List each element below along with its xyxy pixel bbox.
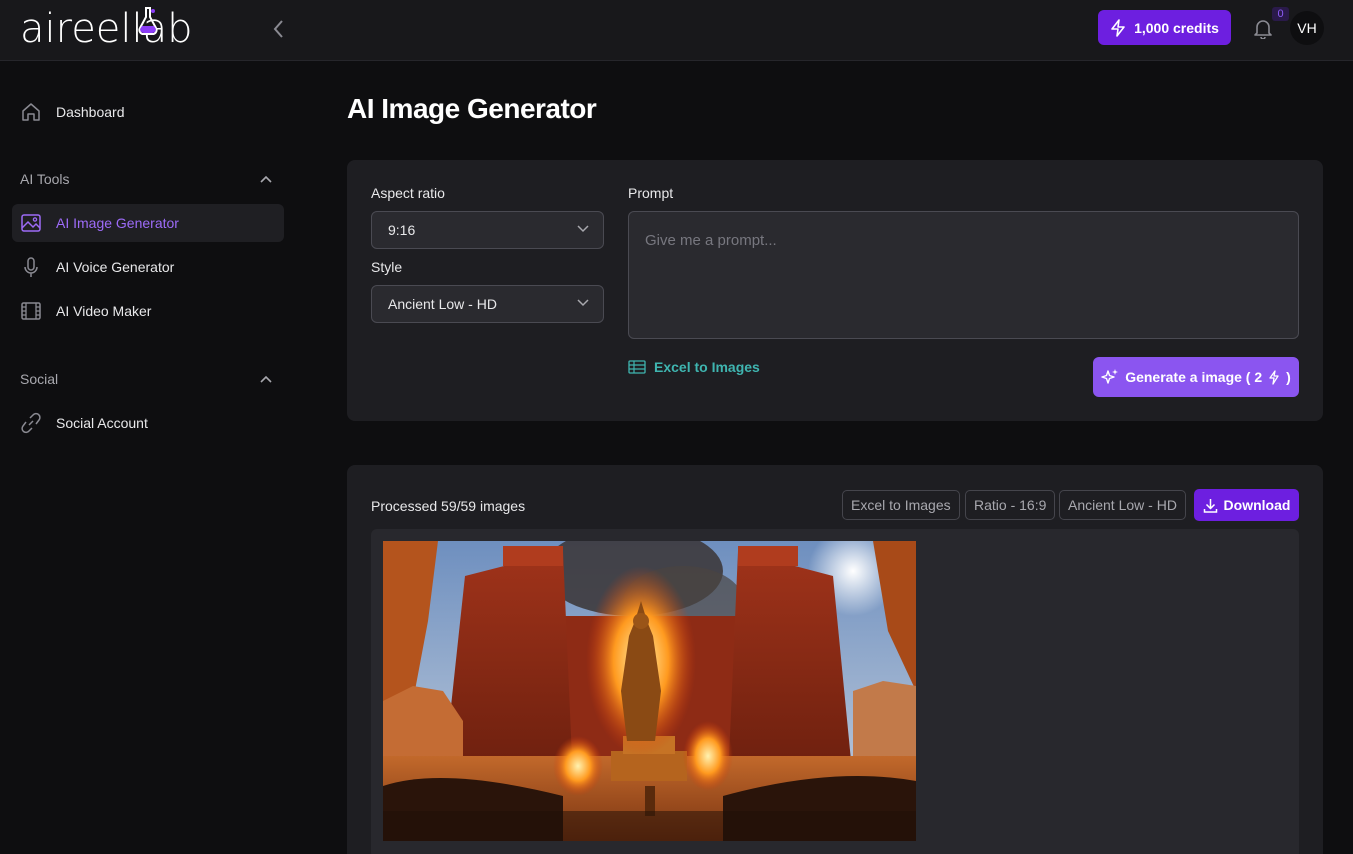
generate-label: Generate a image ( 2 — [1125, 369, 1263, 385]
avatar[interactable]: VH — [1290, 11, 1324, 45]
aspect-ratio-select[interactable]: 9:16 — [371, 211, 604, 249]
generated-image-artwork — [383, 541, 916, 841]
download-label: Download — [1223, 497, 1291, 513]
bell-icon[interactable] — [1252, 17, 1274, 39]
generate-suffix: ) — [1286, 369, 1291, 385]
excel-to-images-link[interactable]: Excel to Images — [628, 359, 760, 375]
home-icon — [22, 103, 40, 121]
section-title: Social — [20, 371, 59, 387]
section-title: AI Tools — [20, 171, 70, 187]
chip-style: Ancient Low - HD — [1059, 490, 1186, 520]
style-label: Style — [371, 259, 403, 275]
sparkles-icon — [1101, 369, 1119, 384]
sidebar: Dashboard AI Tools AI Image Generator AI… — [0, 61, 300, 854]
chevron-up-icon — [260, 175, 272, 183]
sidebar-item-ai-voice-generator[interactable]: AI Voice Generator — [12, 248, 284, 286]
lightning-icon — [1111, 18, 1125, 37]
aspect-ratio-value: 9:16 — [388, 222, 416, 238]
credits-label: 1,000 credits — [1134, 19, 1219, 36]
notification-badge: 0 — [1272, 7, 1289, 21]
generator-form-card: Aspect ratio 9:16 Style Ancient Low - HD… — [347, 160, 1323, 421]
sidebar-item-label: Dashboard — [56, 104, 125, 120]
section-social[interactable]: Social — [20, 369, 272, 389]
style-select[interactable]: Ancient Low - HD — [371, 285, 604, 323]
flask-icon — [138, 7, 158, 36]
link-icon — [21, 412, 41, 434]
excel-to-images-label: Excel to Images — [654, 359, 760, 375]
sidebar-item-social-account[interactable]: Social Account — [12, 404, 284, 442]
sidebar-item-label: AI Image Generator — [56, 215, 179, 231]
logo-text: aireellab — [20, 6, 193, 52]
microphone-icon — [24, 257, 38, 277]
sidebar-item-ai-video-maker[interactable]: AI Video Maker — [12, 292, 284, 330]
sidebar-item-dashboard[interactable]: Dashboard — [12, 93, 284, 131]
sidebar-item-label: Social Account — [56, 415, 148, 431]
chip-excel-to-images: Excel to Images — [842, 490, 960, 520]
section-ai-tools[interactable]: AI Tools — [20, 169, 272, 189]
collapse-sidebar-icon[interactable] — [270, 17, 288, 41]
generated-image[interactable] — [383, 541, 916, 841]
lightning-icon — [1269, 369, 1279, 385]
credits-button[interactable]: 1,000 credits — [1098, 10, 1231, 45]
chevron-down-icon — [577, 225, 589, 233]
download-icon — [1203, 498, 1217, 513]
chevron-down-icon — [577, 299, 589, 307]
sidebar-item-label: AI Voice Generator — [56, 259, 175, 275]
chevron-up-icon — [260, 375, 272, 383]
prompt-label: Prompt — [628, 185, 674, 201]
generate-image-button[interactable]: Generate a image ( 2 ) — [1093, 357, 1299, 397]
image-icon — [21, 214, 41, 232]
aspect-ratio-label: Aspect ratio — [371, 185, 445, 201]
download-button[interactable]: Download — [1194, 489, 1299, 521]
prompt-input[interactable] — [628, 211, 1299, 339]
film-icon — [21, 302, 41, 320]
image-gallery — [371, 529, 1299, 854]
page-title: AI Image Generator — [347, 93, 597, 124]
logo[interactable]: aireellab — [20, 6, 193, 52]
style-value: Ancient Low - HD — [388, 296, 497, 312]
sidebar-item-label: AI Video Maker — [56, 303, 152, 319]
processed-status: Processed 59/59 images — [371, 498, 526, 514]
chip-ratio: Ratio - 16:9 — [965, 490, 1056, 520]
sidebar-item-ai-image-generator[interactable]: AI Image Generator — [12, 204, 284, 242]
top-bar: aireellab 1,000 credits 0 VH — [0, 0, 1353, 61]
table-icon — [628, 360, 646, 374]
results-card: Processed 59/59 images Excel to Images R… — [347, 465, 1323, 854]
